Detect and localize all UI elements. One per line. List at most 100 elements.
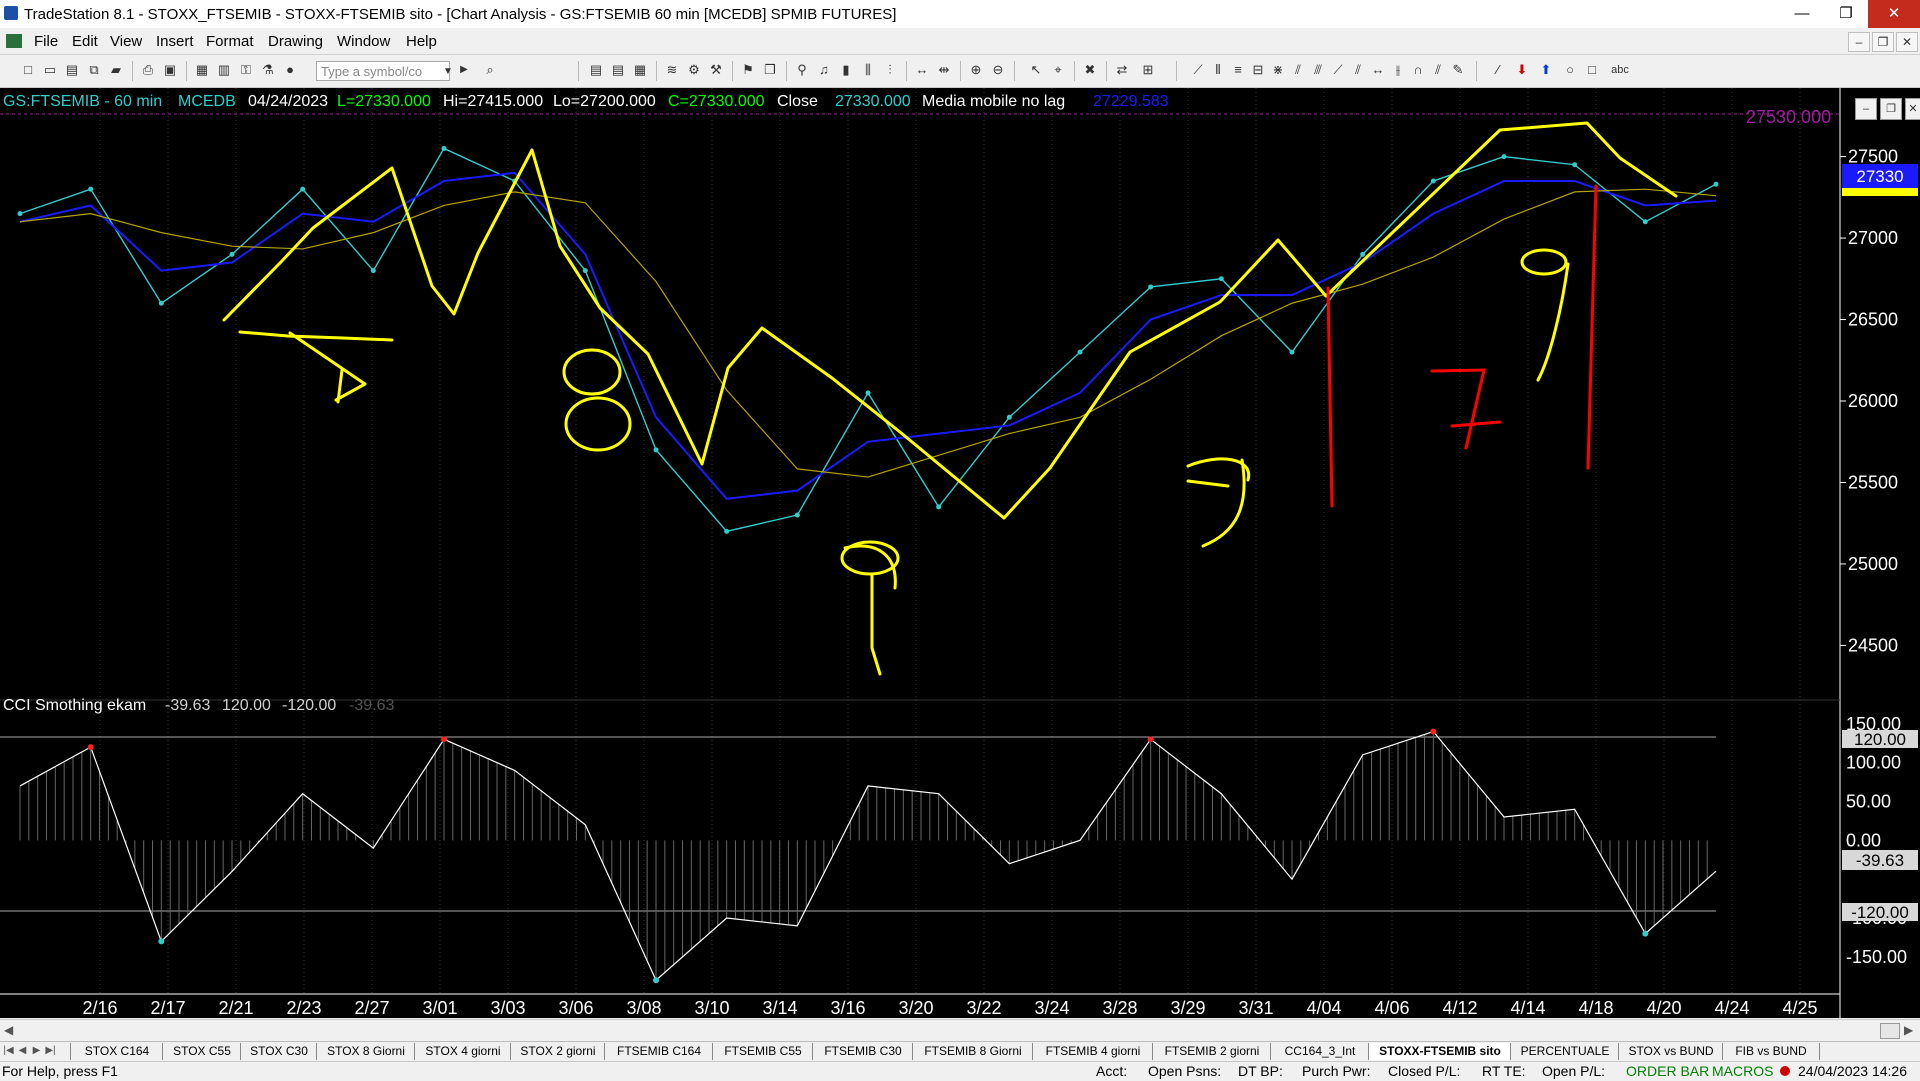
window-tile-icon[interactable]: ▦ — [194, 62, 210, 78]
sync-icon[interactable]: ⇄ — [1114, 62, 1130, 78]
tab-fib-vs-bund[interactable]: FIB vs BUND — [1722, 1043, 1820, 1060]
gann-icon[interactable]: ⟋ — [1330, 62, 1346, 78]
window-icon[interactable]: ❐ — [762, 62, 778, 78]
tools-icon[interactable]: ✖ — [1082, 62, 1098, 78]
regression-icon[interactable]: ⫽ — [1290, 62, 1306, 78]
bar-chart-icon[interactable]: ▮ — [838, 62, 854, 78]
scroll-thumb[interactable] — [1880, 1023, 1900, 1039]
scroll-right-icon[interactable]: ▶ — [1904, 1023, 1913, 1037]
symbol-lookup-icon[interactable]: ⌕ — [482, 62, 498, 78]
save-all-icon[interactable]: ▤ — [64, 62, 80, 78]
trendline-icon[interactable]: ⟋ — [1190, 62, 1206, 78]
lock-icon[interactable]: ⚿ — [238, 62, 254, 78]
tab-stox-c30[interactable]: STOX C30 — [240, 1043, 317, 1060]
analysis-icon[interactable]: ⚒ — [708, 62, 724, 78]
tab-cc164-3-int[interactable]: CC164_3_Int — [1270, 1043, 1369, 1060]
menu-help[interactable]: Help — [406, 33, 437, 50]
tab-stox-4-giorni[interactable]: STOX 4 giorni — [414, 1043, 511, 1060]
channel-icon[interactable]: ⊟ — [1250, 62, 1266, 78]
copy-icon[interactable]: ⧉ — [86, 62, 102, 78]
pointer-icon[interactable]: ↖ — [1028, 62, 1044, 78]
tab-stoxx-ftsemib-sito[interactable]: STOXX-FTSEMIB sito — [1368, 1043, 1511, 1060]
chevron-down-icon[interactable]: ▼ — [440, 64, 456, 80]
close-button[interactable]: ✕ — [1868, 0, 1920, 28]
chart-analysis-window[interactable]: GS:FTSEMIB - 60 min MCEDB 04/24/2023 L=2… — [0, 88, 1920, 1018]
maximize-button[interactable]: ❐ — [1824, 0, 1868, 28]
document-icon[interactable] — [6, 34, 22, 48]
pen-icon[interactable]: ✎ — [1450, 62, 1466, 78]
freehand-icon[interactable]: ∕ — [1490, 62, 1506, 78]
arrow-up-icon[interactable]: ⬆ — [1538, 62, 1554, 78]
matrix-icon[interactable]: ▦ — [632, 62, 648, 78]
mdi-close-button[interactable]: ✕ — [1896, 32, 1918, 52]
fibonacci-icon[interactable]: ⋇ — [1270, 62, 1286, 78]
tab-ftsemib-c55[interactable]: FTSEMIB C55 — [712, 1043, 813, 1060]
tab-ftsemib-8-giorni[interactable]: FTSEMIB 8 Giorni — [912, 1043, 1033, 1060]
parallel-icon[interactable]: ⫽ — [1430, 62, 1446, 78]
chart-analysis-icon[interactable]: ▤ — [588, 62, 604, 78]
cycle-icon[interactable]: ∩ — [1410, 62, 1426, 78]
arrow-down-icon[interactable]: ⬇ — [1514, 62, 1530, 78]
minimize-button[interactable]: — — [1780, 0, 1824, 28]
tab-next-icon[interactable]: ▶ — [30, 1044, 43, 1058]
menu-drawing[interactable]: Drawing — [268, 33, 323, 50]
tab-stox-2-giorni[interactable]: STOX 2 giorni — [510, 1043, 605, 1060]
radar-icon[interactable]: ▤ — [610, 62, 626, 78]
tab-ftsemib-c30[interactable]: FTSEMIB C30 — [812, 1043, 913, 1060]
alert-icon[interactable]: ♫ — [816, 62, 832, 78]
indicator-icon[interactable]: ≋ — [664, 62, 680, 78]
open-icon[interactable]: ▭ — [42, 62, 58, 78]
menu-view[interactable]: View — [110, 33, 142, 50]
speedline-icon[interactable]: ⫻ — [1310, 62, 1326, 78]
menu-file[interactable]: File — [34, 33, 58, 50]
vertical-line-icon[interactable]: ⦀ — [1210, 62, 1226, 78]
chart-restore-button[interactable]: ❐ — [1880, 98, 1902, 120]
tab-ftsemib-c164[interactable]: FTSEMIB C164 — [604, 1043, 713, 1060]
tab-stox-c164[interactable]: STOX C164 — [70, 1043, 163, 1060]
tab-last-icon[interactable]: ▶| — [44, 1044, 57, 1058]
macros-button[interactable]: MACROS — [1712, 1063, 1773, 1079]
calculator-icon[interactable]: ⊞ — [1140, 62, 1156, 78]
print-preview-icon[interactable]: ▣ — [162, 62, 178, 78]
mdi-restore-button[interactable]: ❐ — [1872, 32, 1894, 52]
zoom-in-icon[interactable]: ⊕ — [968, 62, 984, 78]
compress-icon[interactable]: ⇹ — [936, 62, 952, 78]
menu-edit[interactable]: Edit — [72, 33, 98, 50]
color-icon[interactable]: ● — [282, 62, 298, 78]
horizontal-line-icon[interactable]: ≡ — [1230, 62, 1246, 78]
chart-close-button[interactable]: ✕ — [1905, 98, 1920, 120]
new-icon[interactable]: □ — [20, 62, 36, 78]
scroll-left-icon[interactable]: ◀ — [4, 1023, 13, 1037]
tab-ftsemib-2-giorni[interactable]: FTSEMIB 2 giorni — [1152, 1043, 1271, 1060]
zoom-out-icon[interactable]: ⊖ — [990, 62, 1006, 78]
horizontal-scrollbar[interactable]: ◀ ▶ — [0, 1019, 1920, 1041]
data-tip-icon[interactable]: ⌖ — [1050, 62, 1066, 78]
tab-stox-8-giorni[interactable]: STOX 8 Giorni — [316, 1043, 415, 1060]
menu-insert[interactable]: Insert — [156, 33, 194, 50]
chart-style-icon[interactable]: ⚗ — [260, 62, 276, 78]
window-cascade-icon[interactable]: ▥ — [216, 62, 232, 78]
andrews-icon[interactable]: ⫽ — [1350, 62, 1366, 78]
chart-minimize-button[interactable]: – — [1855, 98, 1877, 120]
optimize-icon[interactable]: ⚑ — [740, 62, 756, 78]
mdi-minimize-button[interactable]: – — [1848, 32, 1870, 52]
strategy-icon[interactable]: ⚙ — [686, 62, 702, 78]
order-bar-button[interactable]: ORDER BAR — [1626, 1063, 1709, 1079]
chart-canvas[interactable]: GS:FTSEMIB - 60 min MCEDB 04/24/2023 L=2… — [0, 88, 1920, 1018]
rectangle-icon[interactable]: □ — [1584, 62, 1600, 78]
expand-icon[interactable]: ↔ — [914, 62, 930, 78]
print-icon[interactable]: ⎙ — [140, 62, 156, 78]
tab-ftsemib-4-giorni[interactable]: FTSEMIB 4 giorni — [1032, 1043, 1153, 1060]
text-tool-icon[interactable]: abc — [1608, 62, 1632, 78]
tab-percentuale[interactable]: PERCENTUALE — [1510, 1043, 1619, 1060]
candles-icon[interactable]: ⫼ — [860, 62, 876, 78]
menu-window[interactable]: Window — [337, 33, 390, 50]
go-icon[interactable]: ▶ — [456, 62, 472, 78]
tab-stox-c55[interactable]: STOX C55 — [162, 1043, 241, 1060]
tab-stox-vs-bund[interactable]: STOX vs BUND — [1618, 1043, 1723, 1060]
pitchfork-icon[interactable]: ⫲ — [1390, 62, 1406, 78]
symbol-input[interactable]: Type a symbol/co — [316, 61, 450, 81]
arrow-line-icon[interactable]: ↔ — [1370, 62, 1386, 78]
circle-icon[interactable]: ○ — [1562, 62, 1578, 78]
menu-format[interactable]: Format — [206, 33, 254, 50]
